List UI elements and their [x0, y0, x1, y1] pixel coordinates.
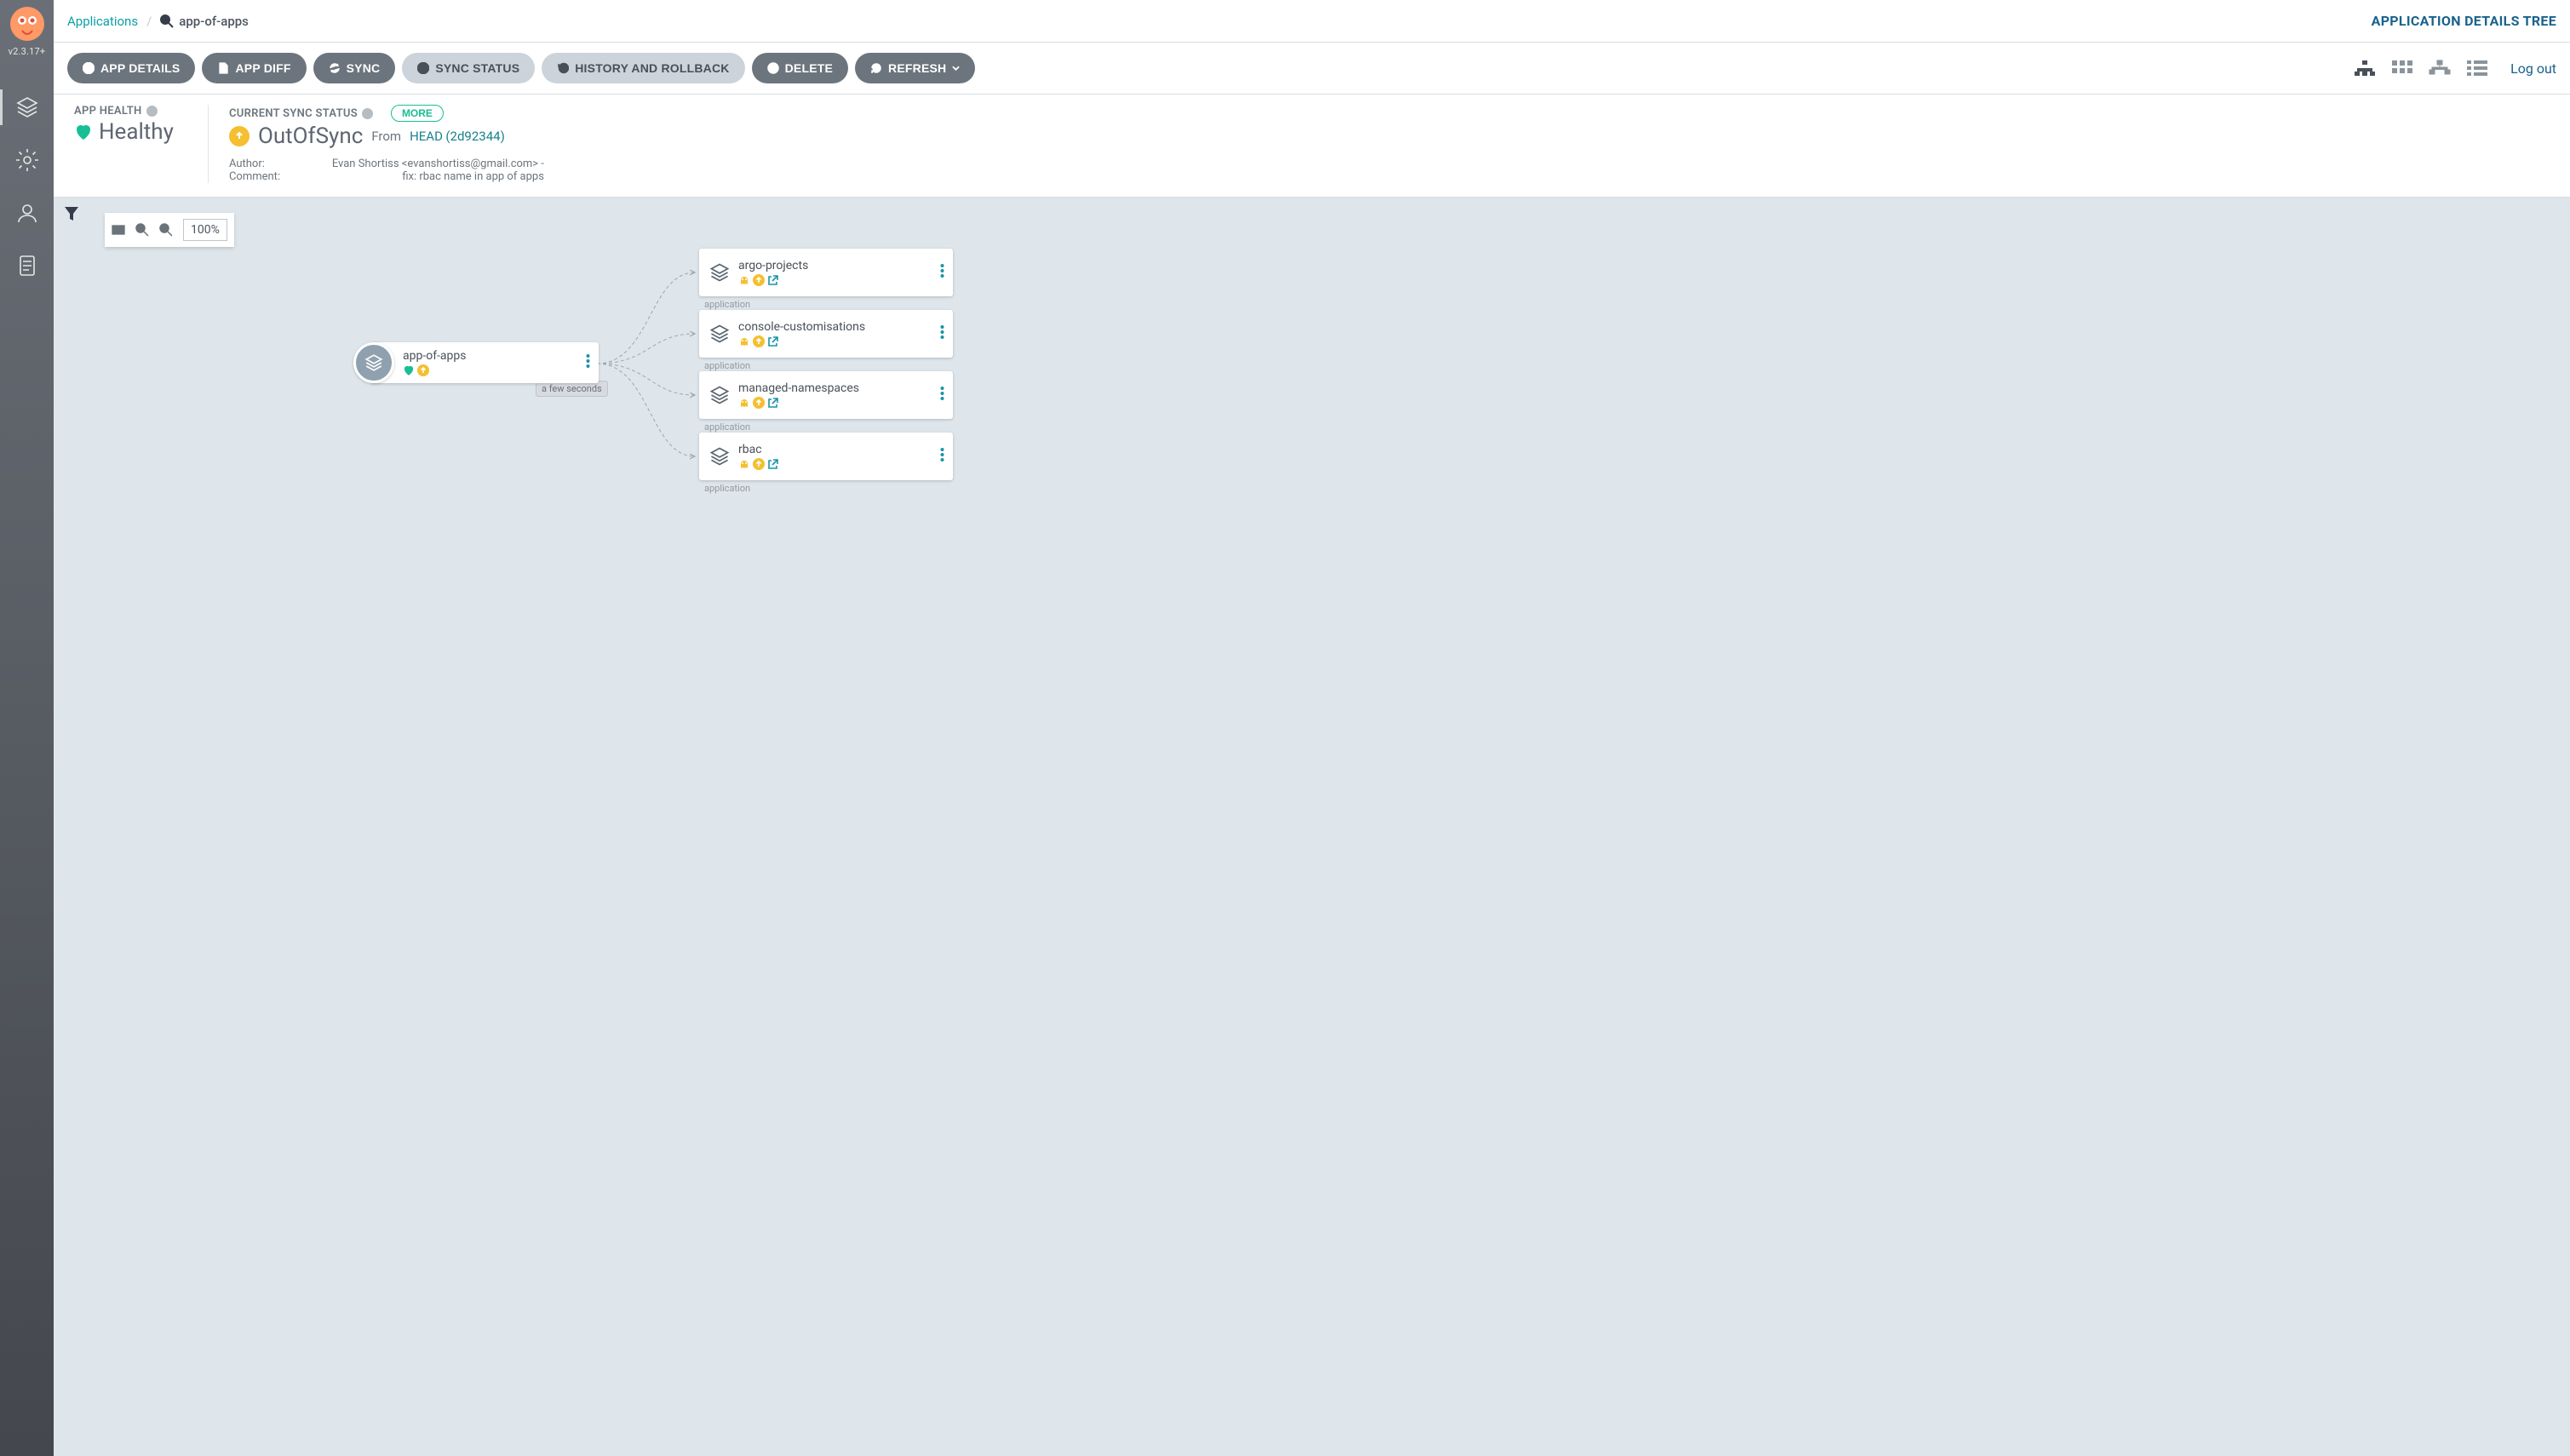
node-root[interactable]: app-of-apps [370, 342, 599, 383]
argo-logo[interactable] [10, 7, 44, 41]
tree-canvas[interactable]: 100% a few seconds app-of-apps [54, 198, 2570, 1456]
delete-button[interactable]: DELETE [752, 53, 848, 83]
app-icon [708, 261, 731, 284]
external-link-icon[interactable] [767, 335, 779, 347]
view-grid-icon[interactable] [2391, 59, 2413, 77]
app-icon [708, 322, 731, 346]
breadcrumb-bar: Applications / app-of-apps APPLICATION D… [54, 0, 2570, 43]
search-icon [160, 14, 174, 28]
sync-button[interactable]: SYNC [313, 53, 396, 83]
node-kind-label: application [704, 299, 750, 310]
logout-link[interactable]: Log out [2510, 60, 2556, 77]
more-button[interactable]: MORE [391, 105, 444, 122]
app-icon [708, 383, 731, 407]
app-details-label: APP DETAILS [100, 61, 180, 75]
sidebar-item-settings[interactable] [0, 134, 54, 186]
app-diff-label: APP DIFF [235, 61, 290, 75]
help-icon[interactable] [146, 106, 158, 117]
external-link-icon[interactable] [767, 458, 779, 470]
out-of-sync-icon [753, 335, 765, 347]
node-menu-button[interactable] [586, 353, 590, 372]
breadcrumb-app[interactable]: app-of-apps [179, 14, 249, 29]
node-child[interactable]: rbac application [699, 433, 953, 480]
node-title: managed-namespaces [738, 381, 859, 395]
node-menu-button[interactable] [940, 386, 944, 404]
status-panel: APP HEALTH Healthy CURRENT SYNC STATUS M… [54, 95, 2570, 198]
sync-status-label: SYNC STATUS [435, 61, 519, 75]
external-link-icon[interactable] [767, 397, 779, 409]
node-title: rbac [738, 443, 779, 456]
external-link-icon[interactable] [767, 274, 779, 286]
node-kind-label: application [704, 421, 750, 433]
breadcrumb-separator: / [146, 14, 152, 29]
app-health-label: APP HEALTH [74, 105, 142, 118]
page-title: APPLICATION DETAILS TREE [2372, 13, 2556, 29]
sync-from-label: From [371, 129, 401, 144]
refresh-button[interactable]: REFRESH [855, 53, 975, 83]
out-of-sync-icon [753, 458, 765, 470]
node-title: console-customisations [738, 320, 865, 334]
app-health-value: Healthy [99, 119, 174, 145]
sidebar-item-docs[interactable] [0, 239, 54, 292]
app-icon [353, 342, 394, 383]
unknown-icon [738, 335, 750, 347]
app-diff-button[interactable]: APP DIFF [202, 53, 306, 83]
out-of-sync-icon [753, 274, 765, 286]
node-menu-button[interactable] [940, 324, 944, 343]
sync-label: SYNC [347, 61, 381, 75]
sidebar-item-applications[interactable] [0, 81, 54, 134]
sidebar: v2.3.17+ [0, 0, 54, 1456]
node-menu-button[interactable] [940, 263, 944, 282]
node-child[interactable]: argo-projects application [699, 249, 953, 296]
view-network-icon[interactable] [2429, 59, 2451, 77]
node-title: app-of-apps [403, 349, 467, 363]
caret-down-icon [952, 66, 960, 71]
breadcrumb-root[interactable]: Applications [67, 14, 138, 29]
node-child[interactable]: console-customisations application [699, 310, 953, 358]
heart-icon [403, 364, 415, 376]
comment-label: Comment: [229, 170, 289, 183]
app-icon [708, 444, 731, 468]
node-title: argo-projects [738, 259, 808, 272]
unknown-icon [738, 274, 750, 286]
sync-rev-link[interactable]: (2d92344) [445, 129, 504, 144]
history-label: HISTORY AND ROLLBACK [575, 61, 729, 75]
sync-head-link[interactable]: HEAD [410, 129, 443, 144]
out-of-sync-icon [753, 397, 765, 409]
out-of-sync-icon [417, 364, 429, 376]
sidebar-item-user[interactable] [0, 186, 54, 239]
delete-label: DELETE [785, 61, 833, 75]
unknown-icon [738, 397, 750, 409]
node-kind-label: application [704, 360, 750, 371]
out-of-sync-icon [229, 126, 250, 146]
node-menu-button[interactable] [940, 447, 944, 466]
view-tree-icon[interactable] [2354, 59, 2376, 77]
author-value: Evan Shortiss <evanshortiss@gmail.com> - [301, 158, 544, 170]
help-icon[interactable] [362, 108, 373, 119]
unknown-icon [738, 458, 750, 470]
refresh-label: REFRESH [888, 61, 946, 75]
node-child[interactable]: managed-namespaces application [699, 371, 953, 419]
sync-status-label: CURRENT SYNC STATUS [229, 107, 358, 120]
comment-value: fix: rbac name in app of apps [301, 170, 544, 183]
heart-icon [74, 123, 93, 141]
version-label: v2.3.17+ [9, 46, 46, 57]
node-kind-label: application [704, 483, 750, 494]
view-list-icon[interactable] [2466, 59, 2488, 77]
history-rollback-button[interactable]: HISTORY AND ROLLBACK [542, 53, 744, 83]
sync-status-value: OutOfSync [258, 123, 363, 149]
sync-status-button[interactable]: SYNC STATUS [402, 53, 535, 83]
author-label: Author: [229, 158, 289, 170]
toolbar: APP DETAILS APP DIFF SYNC SYNC STATUS HI… [54, 43, 2570, 95]
app-details-button[interactable]: APP DETAILS [67, 53, 195, 83]
